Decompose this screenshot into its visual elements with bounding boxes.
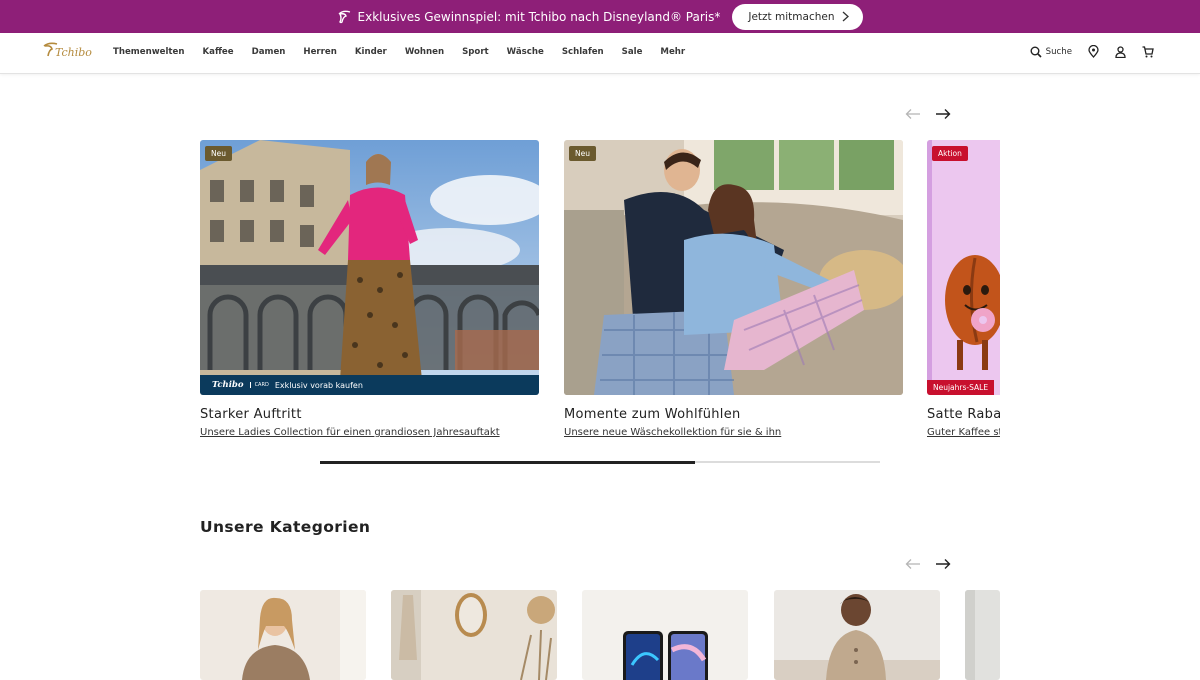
fashion-photo (200, 140, 539, 395)
teaser-link[interactable]: Guter Kaffee stark reduziert (927, 427, 1000, 438)
location-icon[interactable] (1088, 45, 1099, 58)
nav-item-themenwelten[interactable]: Themenwelten (113, 47, 184, 57)
teaser-title: Starker Auftritt (200, 407, 302, 422)
logo-text: Tchibo (55, 46, 92, 59)
section-title-categories: Unsere Kategorien (200, 518, 371, 536)
teaser-title: Satte Rabatte (927, 407, 1000, 422)
teaser-badge: Aktion (932, 146, 968, 161)
nav-item-kaffee[interactable]: Kaffee (202, 47, 233, 57)
nav-item-wohnen[interactable]: Wohnen (405, 47, 444, 57)
tchibo-card-strip: Tchibo CARD Exklusiv vorab kaufen (200, 375, 539, 395)
teaser-image-fashion[interactable]: Neu Tchibo CARD Exklusiv vorab kaufen (200, 140, 539, 395)
account-icon[interactable] (1115, 45, 1126, 58)
teaser-clip: Aktion Neujahrs-SALE Satte Rabatte Guter… (927, 140, 1000, 450)
category-image-interior (391, 590, 557, 680)
tchibo-bean-icon (338, 10, 350, 23)
search-button[interactable]: Suche (1030, 46, 1072, 58)
cart-icon[interactable] (1142, 45, 1154, 58)
teaser-card[interactable]: Aktion Neujahrs-SALE Satte Rabatte Guter… (927, 140, 1000, 438)
nav-actions: Suche (1030, 45, 1154, 58)
teaser-link[interactable]: Unsere Ladies Collection für einen grand… (200, 427, 539, 438)
search-icon (1030, 46, 1042, 58)
category-image-partial (965, 590, 1000, 680)
search-label: Suche (1045, 46, 1072, 57)
nav-links: Themenwelten Kaffee Damen Herren Kinder … (113, 47, 703, 57)
coffee-bean-mascot (927, 140, 1000, 395)
strip-card-label: CARD (249, 382, 269, 388)
category-tile-kinder[interactable] (774, 590, 940, 680)
nav-item-sport[interactable]: Sport (462, 47, 489, 57)
promo-text: Exklusives Gewinnspiel: mit Tchibo nach … (357, 9, 721, 24)
teaser-carousel-controls (905, 108, 951, 120)
category-carousel-controls (905, 558, 951, 570)
nav-item-mehr[interactable]: Mehr (660, 47, 685, 57)
teaser-badge: Neu (205, 146, 232, 161)
arrow-right-icon[interactable] (935, 558, 951, 570)
sale-tag: Neujahrs-SALE (927, 380, 995, 395)
category-image-woman (200, 590, 366, 680)
teaser-title: Momente zum Wohlfühlen (564, 407, 741, 422)
teaser-link[interactable]: Unsere neue Wäschekollektion für sie & i… (564, 427, 903, 438)
carousel-progress[interactable] (320, 460, 880, 464)
promo-cta-label: Jetzt mitmachen (748, 10, 835, 23)
promo-cta-button[interactable]: Jetzt mitmachen (732, 3, 864, 30)
main-navigation: Tchibo Themenwelten Kaffee Damen Herren … (0, 33, 1200, 74)
category-tile-damen[interactable] (200, 590, 366, 680)
category-tile-partial[interactable] (965, 590, 1000, 680)
chevron-right-icon (843, 11, 850, 22)
nav-item-damen[interactable]: Damen (252, 47, 286, 57)
teaser-badge: Neu (569, 146, 596, 161)
nav-item-waesche[interactable]: Wäsche (507, 47, 544, 57)
arrow-right-icon[interactable] (935, 108, 951, 120)
strip-text: Exklusiv vorab kaufen (274, 380, 363, 390)
arrow-left-icon[interactable] (905, 558, 921, 570)
sleepwear-photo (564, 140, 903, 395)
tchibo-logo[interactable]: Tchibo (42, 41, 96, 61)
nav-item-sale[interactable]: Sale (622, 47, 643, 57)
teaser-image-coffee[interactable]: Aktion Neujahrs-SALE (927, 140, 1000, 395)
nav-item-herren[interactable]: Herren (303, 47, 336, 57)
category-tile-wohnen[interactable] (391, 590, 557, 680)
teaser-card[interactable]: Neu Tchibo CARD Exklusiv vorab kaufen St… (200, 140, 539, 438)
category-image-child (774, 590, 940, 680)
teaser-card[interactable]: Neu Momente zum Wohlfühlen Unsere neue W… (564, 140, 903, 438)
category-tile-elektronik[interactable] (582, 590, 748, 680)
arrow-left-icon[interactable] (905, 108, 921, 120)
promo-bar: Exklusives Gewinnspiel: mit Tchibo nach … (0, 0, 1200, 33)
category-image-phones (582, 590, 748, 680)
teaser-image-sleepwear[interactable]: Neu (564, 140, 903, 395)
carousel-progress-fill (320, 460, 696, 464)
nav-item-schlafen[interactable]: Schlafen (562, 47, 604, 57)
nav-item-kinder[interactable]: Kinder (355, 47, 387, 57)
strip-logo: Tchibo (212, 380, 244, 390)
promo-message: Exklusives Gewinnspiel: mit Tchibo nach … (337, 9, 721, 24)
